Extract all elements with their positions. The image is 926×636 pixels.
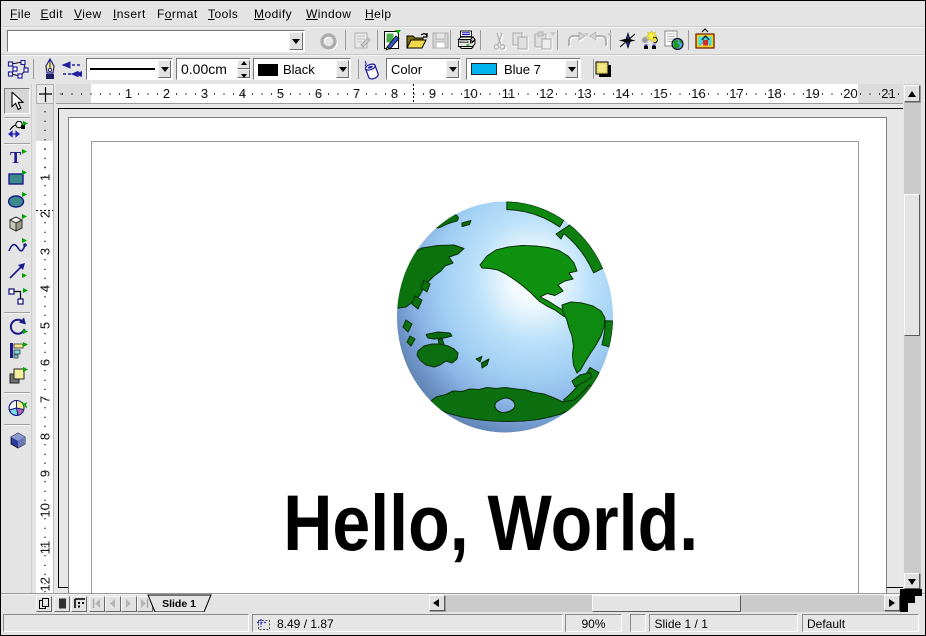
svg-text:T: T bbox=[10, 148, 22, 167]
svg-text:Slide 1: Slide 1 bbox=[162, 598, 196, 610]
